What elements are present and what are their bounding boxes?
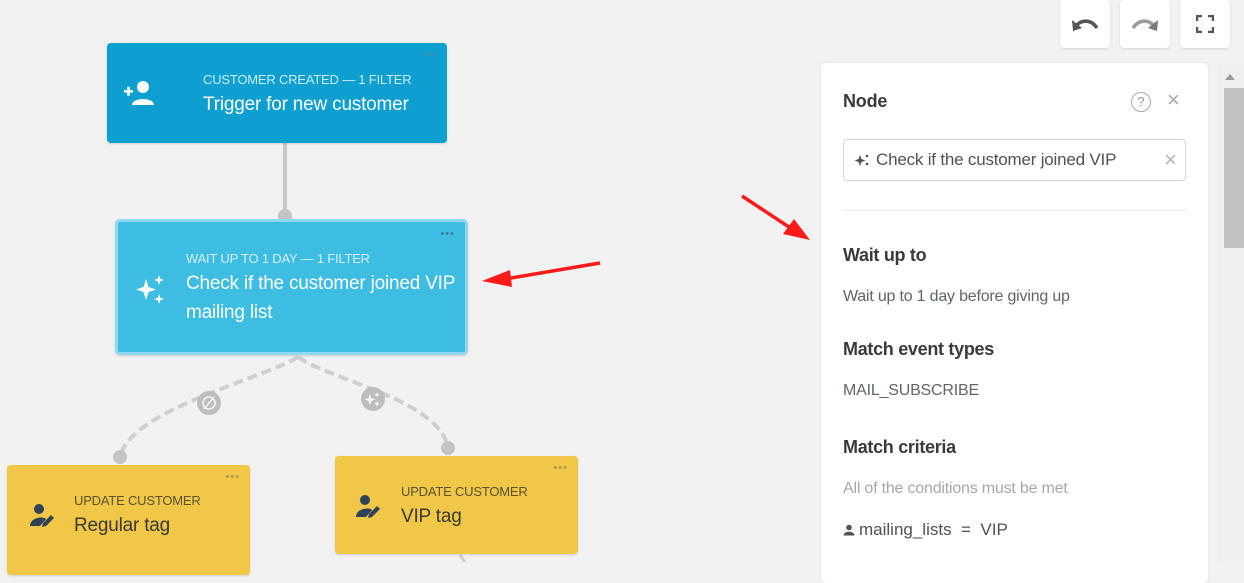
node-menu-button[interactable]: ••• [440, 229, 455, 240]
event-types-heading: Match event types [843, 339, 994, 359]
node-kicker: UPDATE CUSTOMER [74, 493, 201, 508]
node-menu-button[interactable]: ••• [422, 50, 437, 61]
update-customer-vip-node[interactable]: ••• UPDATE CUSTOMER VIP tag [335, 456, 578, 554]
wait-up-to-heading: Wait up to [843, 245, 927, 265]
user-edit-icon [27, 501, 57, 531]
node-select[interactable]: Check if the customer joined VIP × [843, 139, 1186, 181]
undo-icon [1072, 19, 1099, 31]
node-title: Trigger for new customer [203, 94, 409, 115]
divider [843, 210, 1186, 211]
redo-icon [1131, 19, 1158, 31]
wait-up-to-value: Wait up to 1 day before giving up [843, 288, 1070, 305]
node-menu-button[interactable]: ••• [225, 472, 240, 483]
fullscreen-button[interactable] [1180, 0, 1230, 48]
add-user-icon [123, 78, 155, 108]
node-title: Regular tag [74, 515, 171, 536]
user-icon [843, 524, 855, 536]
criteria-condition: mailing_lists = VIP [843, 520, 1008, 540]
node-details-panel: Node ? × Check if the customer joined VI… [821, 63, 1208, 583]
close-icon[interactable]: × [1167, 89, 1180, 111]
connector-port [113, 450, 127, 464]
connector-vip-next [458, 554, 467, 562]
criteria-description: All of the conditions must be met [843, 480, 1068, 497]
event-types-value: MAIL_SUBSCRIBE [843, 382, 979, 399]
node-title: VIP tag [401, 506, 462, 527]
undo-button[interactable] [1060, 0, 1110, 48]
panel-scrollbar[interactable] [1217, 63, 1244, 562]
redo-button[interactable] [1120, 0, 1170, 48]
scroll-up-arrow-icon[interactable] [1225, 74, 1235, 80]
fullscreen-icon [1196, 15, 1214, 33]
trigger-node[interactable]: ••• CUSTOMER CREATED — 1 FILTER Trigger … [107, 43, 447, 143]
node-title: Check if the customer joined VIP mailing… [186, 273, 455, 323]
user-edit-icon [353, 492, 383, 522]
wait-node[interactable]: ••• WAIT UP TO 1 DAY — 1 FILTER Check if… [115, 219, 468, 355]
node-kicker: WAIT UP TO 1 DAY — 1 FILTER [186, 251, 370, 266]
workflow-canvas[interactable]: ••• CUSTOMER CREATED — 1 FILTER Trigger … [0, 0, 1244, 583]
branch-badge-match[interactable] [361, 387, 385, 411]
scroll-thumb[interactable] [1224, 88, 1244, 248]
clear-icon[interactable]: × [1164, 148, 1177, 172]
sparkles-icon [134, 273, 168, 307]
sparkles-icon [854, 154, 869, 166]
criteria-condition-text: mailing_lists = VIP [859, 520, 1008, 539]
update-customer-regular-node[interactable]: ••• UPDATE CUSTOMER Regular tag [7, 465, 250, 575]
node-kicker: UPDATE CUSTOMER [401, 484, 528, 499]
node-kicker: CUSTOMER CREATED — 1 FILTER [203, 72, 412, 87]
node-menu-button[interactable]: ••• [553, 463, 568, 474]
branch-badge-no-match[interactable] [197, 391, 221, 415]
help-icon[interactable]: ? [1131, 92, 1151, 112]
connector-port [441, 441, 455, 455]
panel-title: Node [843, 91, 888, 111]
selected-node-value: Check if the customer joined VIP [876, 150, 1117, 169]
criteria-heading: Match criteria [843, 437, 956, 457]
